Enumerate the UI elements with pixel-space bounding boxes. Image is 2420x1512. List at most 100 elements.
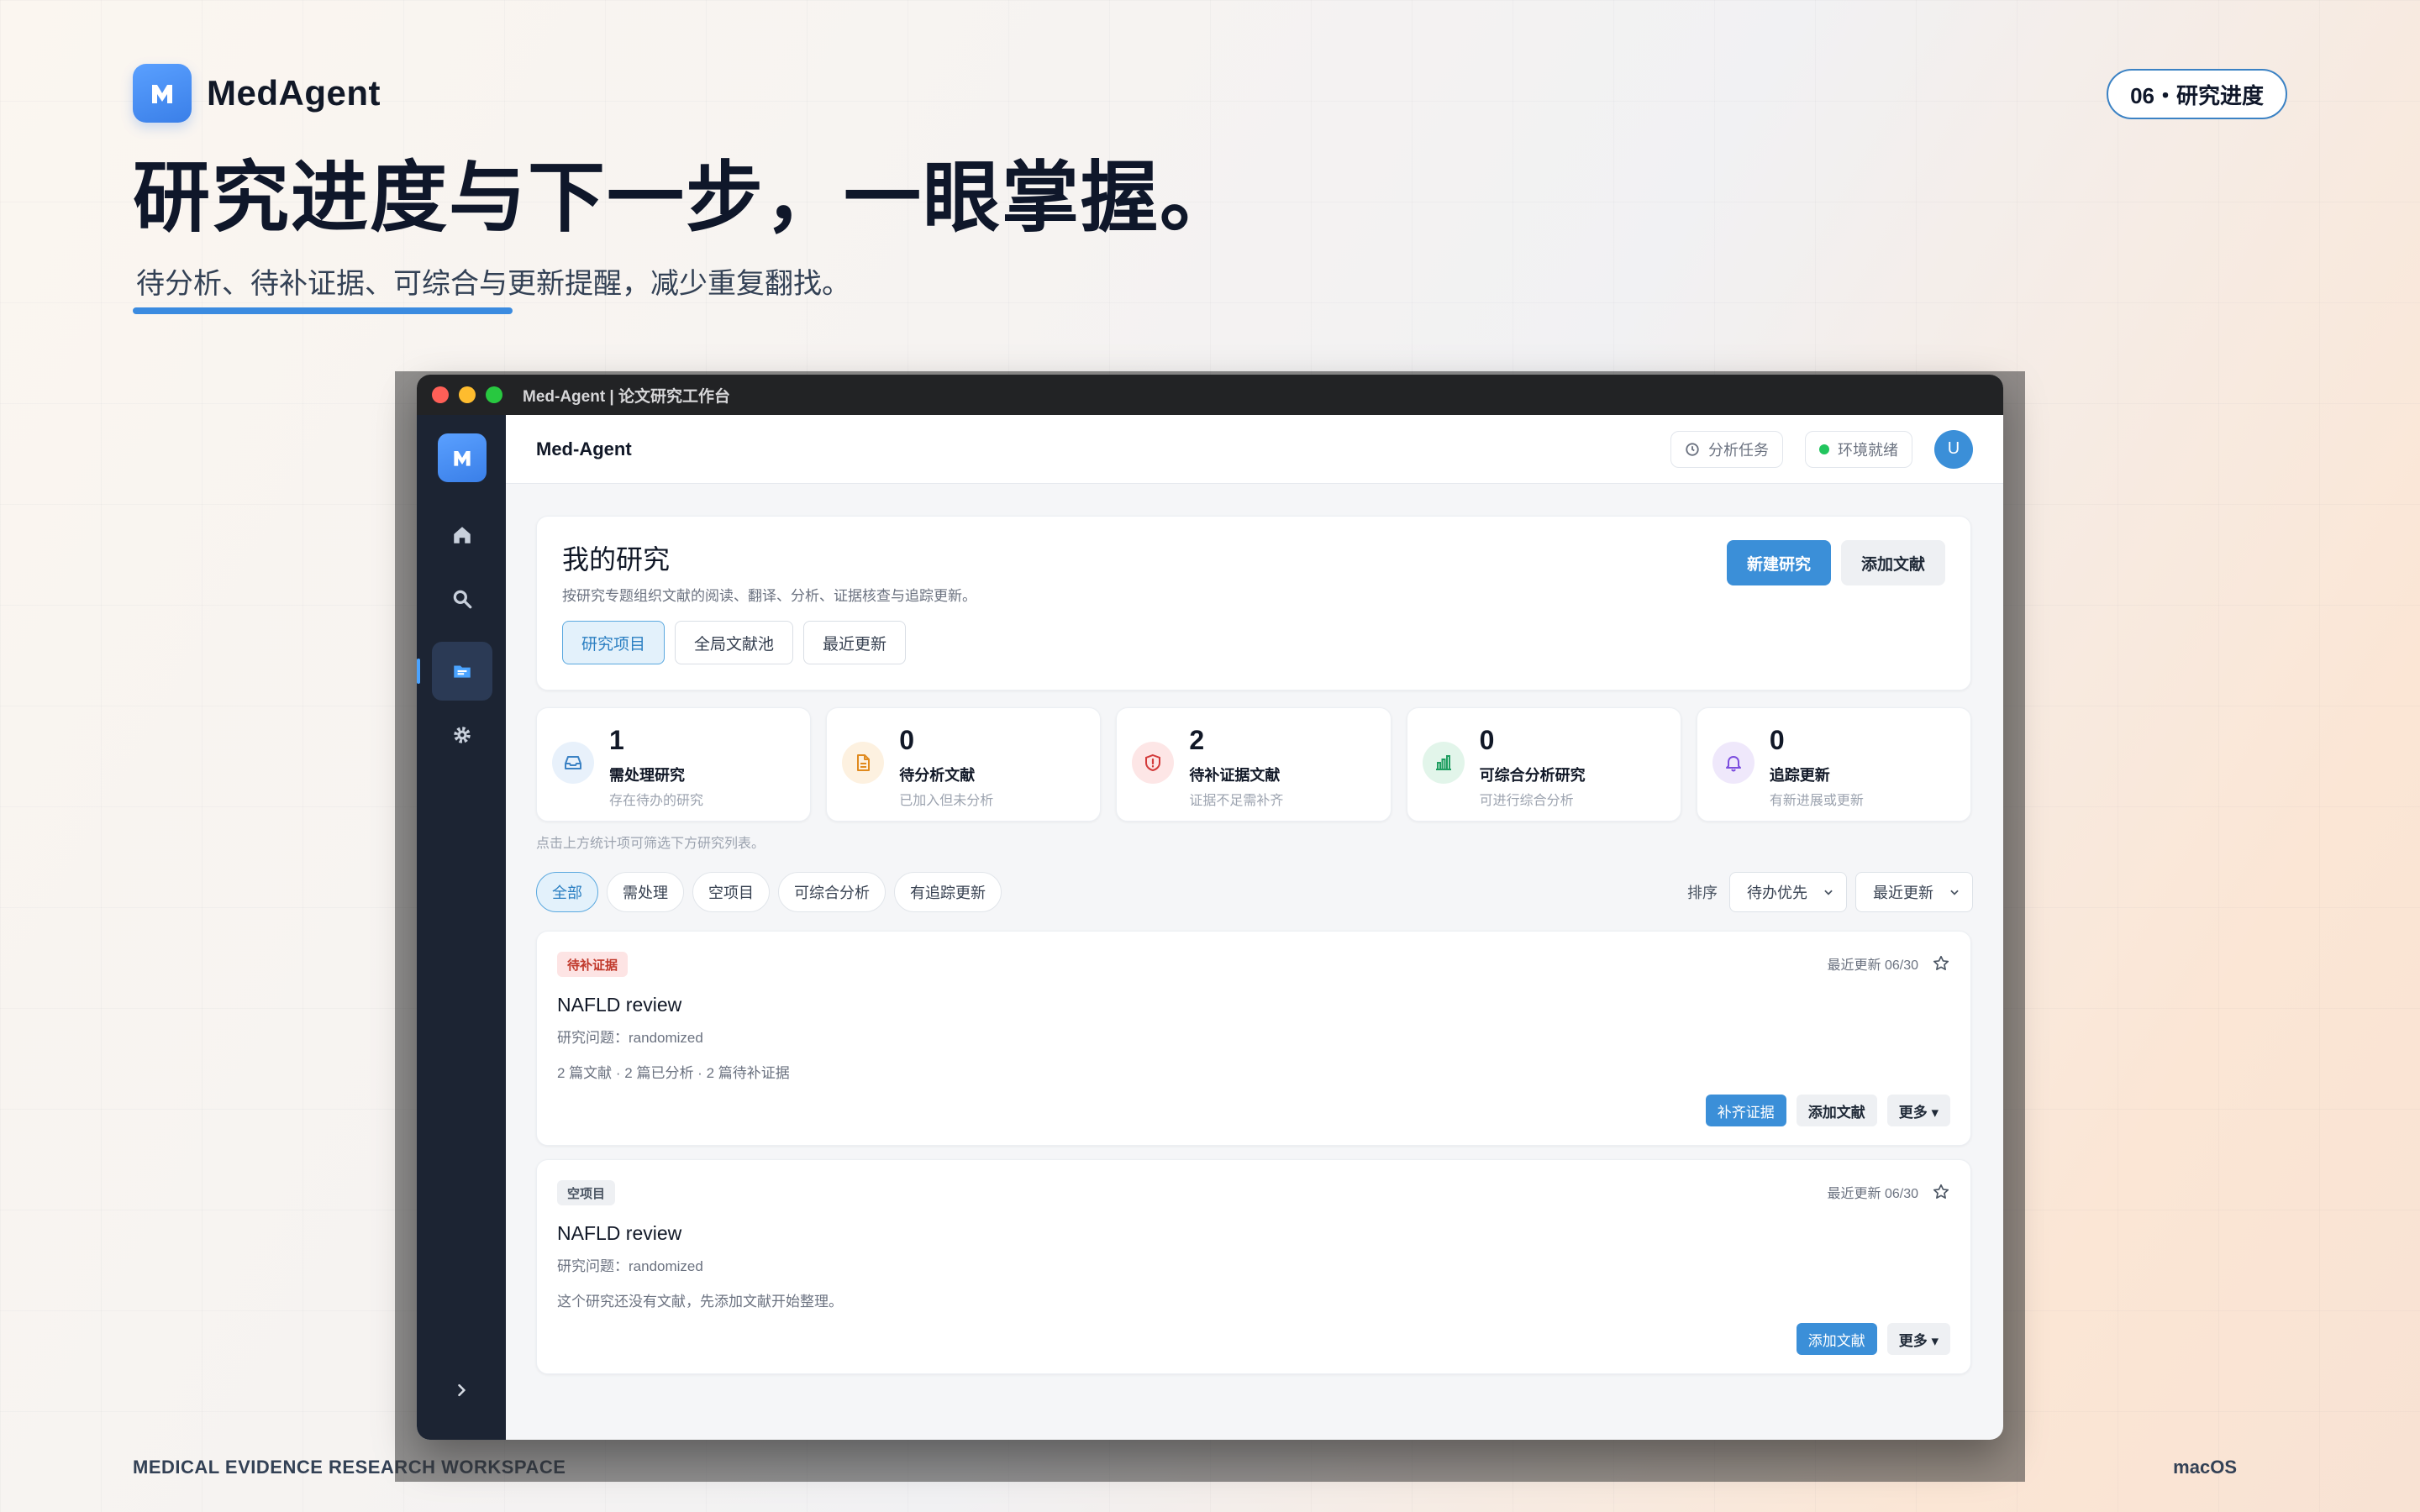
medagent-logo-icon <box>133 64 192 123</box>
stat-value: 2 <box>1189 725 1205 755</box>
stat-needs-action[interactable]: 1 需处理研究 存在待办的研究 <box>536 707 812 822</box>
stat-sublabel: 已加入但未分析 <box>899 794 994 808</box>
tab-research-projects[interactable]: 研究项目 <box>562 621 666 664</box>
stat-label: 追踪更新 <box>1769 767 1830 784</box>
project-filters: 全部 需处理 空项目 可综合分析 有追踪更新 <box>536 872 1002 912</box>
sidebar-item-home[interactable] <box>432 506 492 564</box>
sidebar-item-research[interactable] <box>432 642 492 701</box>
stat-value: 0 <box>899 725 914 755</box>
sort-label: 排序 <box>1687 885 1718 901</box>
project-card[interactable]: 待补证据 最近更新 06/30 NAFLD review 研究问题：random… <box>536 931 1971 1146</box>
minimize-window-button[interactable] <box>459 386 476 403</box>
sort-controls: 排序 待办优先 最近更新 <box>1687 872 1973 912</box>
page-subheadline: 待分析、待补证据、可综合与更新提醒，减少重复翻找。 <box>136 268 850 300</box>
complete-evidence-button[interactable]: 补齐证据 <box>1705 1095 1786 1126</box>
stat-needs-evidence[interactable]: 2 待补证据文献 证据不足需补齐 <box>1116 707 1392 822</box>
topbar: Med-Agent 分析任务 环境就绪 U <box>506 415 2003 484</box>
more-menu-button[interactable]: 更多 ▾ <box>1886 1095 1950 1126</box>
tab-global-library[interactable]: 全局文献池 <box>675 621 794 664</box>
stat-label: 待补证据文献 <box>1189 767 1281 784</box>
footer-platform: macOS <box>2173 1457 2237 1478</box>
stat-label: 待分析文献 <box>899 767 976 784</box>
environment-status-label: 环境就绪 <box>1838 441 1898 459</box>
stat-ready-synthesis[interactable]: 0 可综合分析研究 可进行综合分析 <box>1406 707 1681 822</box>
research-tabs: 研究项目 全局文献池 最近更新 <box>562 621 907 664</box>
my-research-card: 我的研究 按研究专题组织文献的阅读、翻译、分析、证据核查与追踪更新。 研究项目 … <box>536 516 1971 690</box>
filter-all[interactable]: 全部 <box>536 872 598 912</box>
add-literature-button[interactable]: 添加文献 <box>1840 540 1945 585</box>
environment-status[interactable]: 环境就绪 <box>1805 430 1912 468</box>
analysis-tasks-label: 分析任务 <box>1708 441 1769 459</box>
stat-tracking-updates[interactable]: 0 追踪更新 有新进展或更新 <box>1696 707 1972 822</box>
page-headline: 研究进度与下一步，一眼掌握。 <box>133 155 1239 241</box>
star-icon[interactable] <box>1932 1183 1950 1201</box>
chevron-down-icon <box>1950 890 1959 895</box>
more-menu-button[interactable]: 更多 ▾ <box>1886 1323 1950 1355</box>
sort-secondary-value: 最近更新 <box>1873 885 1933 901</box>
project-updated: 最近更新 06/30 <box>1827 1187 1919 1201</box>
bar-chart-icon <box>1422 742 1465 784</box>
stat-label: 可综合分析研究 <box>1479 767 1586 784</box>
stat-sublabel: 可进行综合分析 <box>1479 794 1574 808</box>
window-title: Med-Agent | 论文研究工作台 <box>523 387 731 406</box>
status-dot-icon <box>1819 444 1829 454</box>
user-avatar[interactable]: U <box>1934 429 1973 469</box>
window-titlebar: Med-Agent | 论文研究工作台 <box>417 375 2003 415</box>
project-updated: 最近更新 06/30 <box>1827 958 1919 973</box>
gear-icon <box>454 727 471 743</box>
project-title[interactable]: NAFLD review <box>557 1222 681 1245</box>
chevron-right-icon <box>458 1383 466 1397</box>
filter-needs-action[interactable]: 需处理 <box>607 872 684 912</box>
sidebar-expand-button[interactable] <box>447 1376 476 1404</box>
filter-ready-synthesis[interactable]: 可综合分析 <box>778 872 886 912</box>
chevron-down-icon <box>1824 890 1833 895</box>
sidebar-item-search[interactable] <box>432 570 492 628</box>
project-title[interactable]: NAFLD review <box>557 994 681 1016</box>
brand: MedAgent <box>133 64 381 123</box>
project-question: 研究问题：randomized <box>557 1258 703 1274</box>
stat-value: 1 <box>609 725 624 755</box>
sort-secondary-select[interactable]: 最近更新 <box>1855 872 1973 912</box>
add-literature-button[interactable]: 添加文献 <box>1796 1323 1877 1355</box>
clock-icon <box>1686 442 1699 456</box>
project-card[interactable]: 空项目 最近更新 06/30 NAFLD review 研究问题：randomi… <box>536 1159 1971 1374</box>
stats-hint: 点击上方统计项可筛选下方研究列表。 <box>536 837 765 851</box>
stat-label: 需处理研究 <box>609 767 685 784</box>
document-icon <box>842 742 885 784</box>
section-label: 06・研究进度 <box>2107 69 2287 119</box>
stat-sublabel: 证据不足需补齐 <box>1189 794 1284 808</box>
stat-value: 0 <box>1769 725 1785 755</box>
status-badge: 空项目 <box>557 1180 616 1205</box>
tab-recent-updates[interactable]: 最近更新 <box>803 621 907 664</box>
add-literature-button[interactable]: 添加文献 <box>1796 1095 1877 1126</box>
shield-alert-icon <box>1132 742 1175 784</box>
home-icon <box>454 527 471 543</box>
zoom-window-button[interactable] <box>486 386 502 403</box>
search-icon <box>453 590 472 609</box>
app-window: Med-Agent | 论文研究工作台 Med-Agent 分析任务 环境就绪 … <box>417 375 2003 1440</box>
sidebar-item-settings[interactable] <box>432 706 492 764</box>
project-question: 研究问题：randomized <box>557 1030 703 1046</box>
sort-primary-select[interactable]: 待办优先 <box>1729 872 1847 912</box>
stat-value: 0 <box>1479 725 1495 755</box>
sort-primary-value: 待办优先 <box>1747 885 1807 901</box>
analysis-tasks-button[interactable]: 分析任务 <box>1670 430 1783 468</box>
topbar-title: Med-Agent <box>536 438 632 459</box>
bell-icon <box>1712 742 1754 784</box>
filter-empty[interactable]: 空项目 <box>692 872 770 912</box>
stat-sublabel: 有新进展或更新 <box>1769 794 1864 808</box>
sidebar-active-indicator <box>417 659 420 684</box>
app-logo-icon[interactable] <box>438 433 487 482</box>
folder-icon <box>454 665 471 678</box>
stat-pending-analysis[interactable]: 0 待分析文献 已加入但未分析 <box>826 707 1102 822</box>
sidebar <box>417 415 506 1440</box>
close-window-button[interactable] <box>432 386 449 403</box>
new-research-button[interactable]: 新建研究 <box>1726 540 1831 585</box>
my-research-title: 我的研究 <box>562 544 671 575</box>
filter-has-updates[interactable]: 有追踪更新 <box>894 872 1002 912</box>
project-empty-message: 这个研究还没有文献，先添加文献开始整理。 <box>557 1294 843 1310</box>
star-icon[interactable] <box>1932 954 1950 973</box>
subheadline-underline <box>133 307 513 314</box>
main-content: Med-Agent 分析任务 环境就绪 U 我的研究 按研究专题组织文献的阅读、 <box>506 415 2003 1440</box>
status-badge: 待补证据 <box>557 952 629 977</box>
